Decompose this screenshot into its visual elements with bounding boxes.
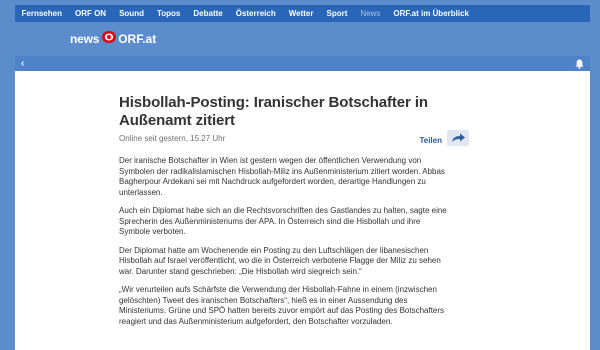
site-logo[interactable]: news ORF.at [70, 30, 156, 48]
orf-eye-icon [101, 30, 117, 49]
nav-debatte[interactable]: Debatte [187, 9, 229, 18]
article-paragraph: Der iranische Botschafter in Wien ist ge… [119, 156, 445, 197]
panel-toolbar: ‹ [15, 56, 590, 71]
nav-orf-on[interactable]: ORF ON [68, 9, 112, 18]
publish-time: Online seit gestern, 15.27 Uhr [119, 134, 226, 143]
nav-fernsehen[interactable]: Fernsehen [15, 9, 68, 18]
article: Hisbollah-Posting: Iranischer Botschafte… [119, 94, 449, 335]
share-button[interactable]: Teilen [419, 130, 469, 151]
back-chevron-icon[interactable]: ‹ [21, 58, 24, 69]
nav-wetter[interactable]: Wetter [282, 9, 320, 18]
article-body: Der iranische Botschafter in Wien ist ge… [119, 156, 449, 327]
nav-news[interactable]: News [354, 9, 387, 18]
bell-icon[interactable] [575, 59, 584, 69]
article-paragraph: Auch ein Diplomat habe sich an die Recht… [119, 206, 447, 236]
share-arrow-icon [447, 130, 469, 151]
nav-orf-ueberblick[interactable]: ORF.at im Überblick [387, 9, 476, 18]
top-navigation: Fernsehen ORF ON Sound Topos Debatte Öst… [15, 5, 590, 22]
nav-sport[interactable]: Sport [320, 9, 354, 18]
article-paragraph: Der Diplomat hatte am Wochenende ein Pos… [119, 245, 441, 276]
article-panel: ‹ Hisbollah-Posting: Iranischer Botschaf… [15, 56, 590, 350]
article-headline: Hisbollah-Posting: Iranischer Botschafte… [119, 94, 428, 129]
share-label: Teilen [419, 136, 442, 145]
logo-news-text: news [70, 32, 100, 46]
logo-orf-text: ORF.at [118, 32, 157, 46]
nav-oesterreich[interactable]: Österreich [229, 9, 282, 18]
nav-sound[interactable]: Sound [113, 9, 151, 18]
nav-topos[interactable]: Topos [150, 9, 186, 18]
article-paragraph: „Wir verurteilen aufs Schärfste die Verw… [119, 285, 445, 326]
